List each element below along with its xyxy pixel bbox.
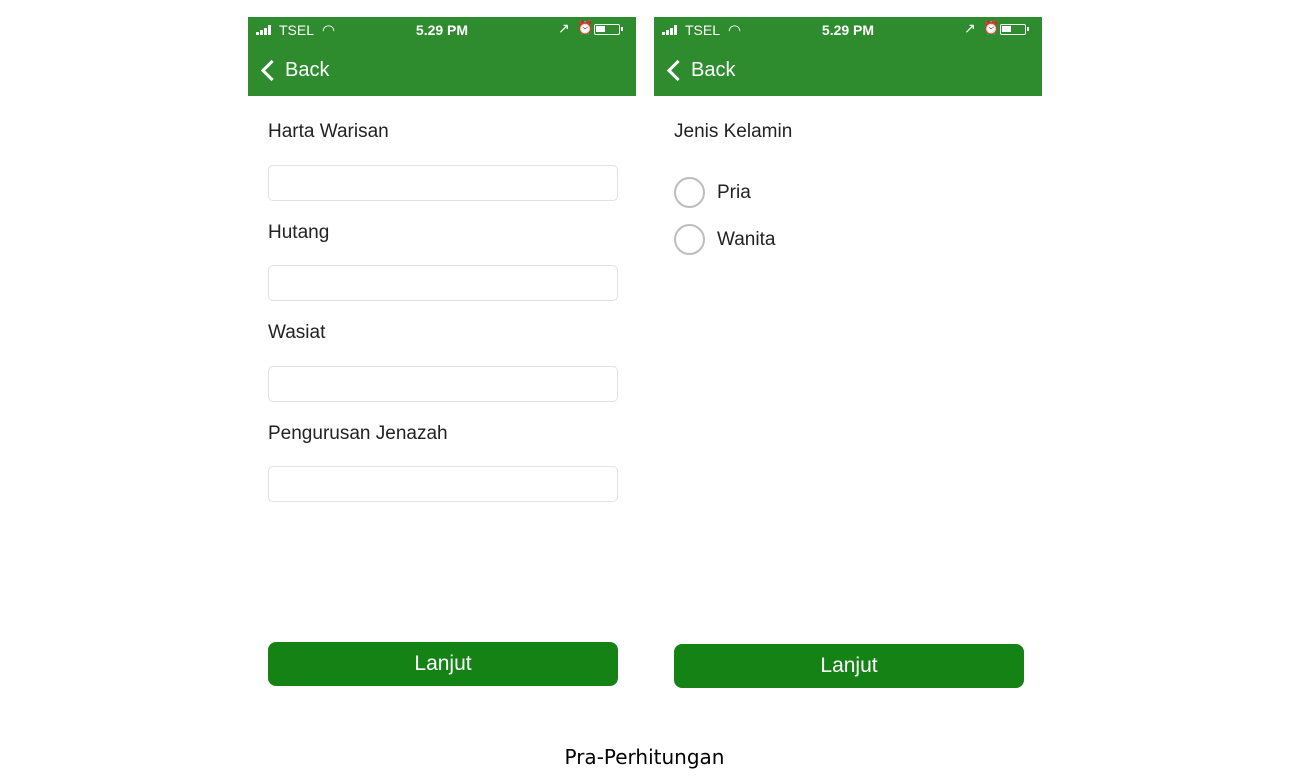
nav-header: TSEL ◠ 5.29 PM ↗ ⏰ Back: [248, 17, 636, 96]
harta-warisan-input[interactable]: [268, 165, 618, 201]
label-pengurusan-jenazah: Pengurusan Jenazah: [268, 423, 448, 444]
nav-header: TSEL ◠ 5.29 PM ↗ ⏰ Back: [654, 17, 1042, 96]
chevron-left-icon: [260, 59, 283, 81]
radio-circle-icon[interactable]: [674, 177, 705, 208]
status-bar: TSEL ◠ 5.29 PM ↗ ⏰: [248, 17, 636, 43]
label-harta-warisan: Harta Warisan: [268, 121, 389, 142]
label-hutang: Hutang: [268, 222, 330, 243]
location-arrow-icon: ↗: [964, 20, 976, 36]
battery-icon: [594, 24, 623, 35]
chevron-left-icon: [666, 59, 689, 81]
battery-icon: [1000, 24, 1029, 35]
back-label: Back: [285, 58, 330, 81]
pengurusan-jenazah-input[interactable]: [268, 466, 618, 502]
location-arrow-icon: ↗: [558, 20, 570, 36]
figure-caption: Pra-Perhitungan: [564, 745, 725, 769]
phone-screen-gender-form: TSEL ◠ 5.29 PM ↗ ⏰ Back Jenis Kelamin Pr…: [654, 17, 1042, 707]
label-wasiat: Wasiat: [268, 322, 326, 343]
alarm-icon: ⏰: [983, 20, 1000, 35]
radio-option-pria[interactable]: Pria: [674, 177, 751, 208]
alarm-icon: ⏰: [577, 20, 594, 35]
radio-circle-icon[interactable]: [674, 224, 705, 255]
radio-label-wanita: Wanita: [717, 228, 776, 250]
phone-screen-asset-form: TSEL ◠ 5.29 PM ↗ ⏰ Back Harta Warisan Hu…: [248, 17, 636, 707]
radio-option-wanita[interactable]: Wanita: [674, 224, 775, 255]
back-button[interactable]: Back: [666, 55, 735, 85]
back-button[interactable]: Back: [260, 55, 329, 85]
status-bar: TSEL ◠ 5.29 PM ↗ ⏰: [654, 17, 1042, 43]
wasiat-input[interactable]: [268, 366, 618, 402]
radio-label-pria: Pria: [717, 181, 751, 203]
lanjut-button[interactable]: Lanjut: [674, 644, 1024, 688]
label-jenis-kelamin: Jenis Kelamin: [674, 121, 793, 142]
back-label: Back: [691, 58, 736, 81]
hutang-input[interactable]: [268, 265, 618, 301]
lanjut-button[interactable]: Lanjut: [268, 642, 618, 686]
